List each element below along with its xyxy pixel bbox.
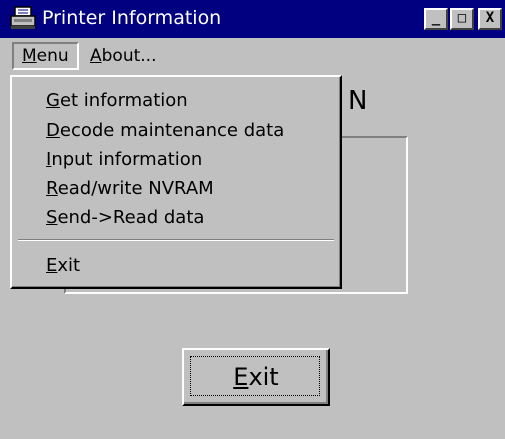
exit-button-label: Exit (184, 362, 328, 392)
minimize-button[interactable]: _ (424, 8, 448, 30)
menu-bar: Menu About... (0, 38, 505, 74)
menu-separator (18, 239, 334, 241)
menu-item-decode-maintenance-data[interactable]: Decode maintenance data (46, 117, 284, 145)
menu-item-input-information[interactable]: Input information (46, 146, 202, 174)
menu-about-label: bout... (101, 46, 157, 66)
printer-icon (10, 6, 36, 29)
menu-item-exit[interactable]: Exit (46, 252, 80, 280)
menu-about-mnemonic: A (90, 46, 102, 66)
close-button[interactable]: X (478, 8, 502, 30)
menu-dropdown: Get information Decode maintenance data … (10, 75, 342, 289)
mnemonic: R (46, 178, 58, 199)
menu-menu[interactable]: Menu (12, 42, 79, 70)
menu-about[interactable]: About... (82, 42, 164, 70)
title-bar[interactable]: Printer Information _ □ X (0, 0, 505, 38)
menu-item-label: end->Read data (57, 207, 205, 228)
partial-heading: N (348, 86, 368, 116)
printer-information-window: Printer Information _ □ X Menu About... … (0, 0, 505, 439)
mnemonic: S (46, 207, 58, 228)
menu-item-label: ecode maintenance data (59, 120, 285, 141)
menu-item-get-information[interactable]: Get information (46, 87, 188, 115)
mnemonic: D (46, 120, 60, 141)
exit-button-mnemonic: E (233, 363, 249, 391)
menu-menu-mnemonic: M (22, 46, 37, 66)
exit-button[interactable]: Exit (182, 348, 330, 406)
menu-item-label: xit (57, 255, 81, 276)
mnemonic: G (46, 90, 60, 111)
menu-item-read-write-nvram[interactable]: Read/write NVRAM (46, 175, 214, 203)
mnemonic: E (46, 255, 58, 276)
menu-menu-label: enu (36, 46, 69, 66)
window-title: Printer Information (42, 7, 222, 29)
menu-item-label: et information (59, 90, 188, 111)
maximize-button[interactable]: □ (450, 8, 474, 30)
menu-item-label: nput information (51, 149, 203, 170)
menu-item-send-read-data[interactable]: Send->Read data (46, 204, 204, 232)
exit-button-text: xit (248, 363, 279, 391)
menu-item-label: ead/write NVRAM (57, 178, 214, 199)
